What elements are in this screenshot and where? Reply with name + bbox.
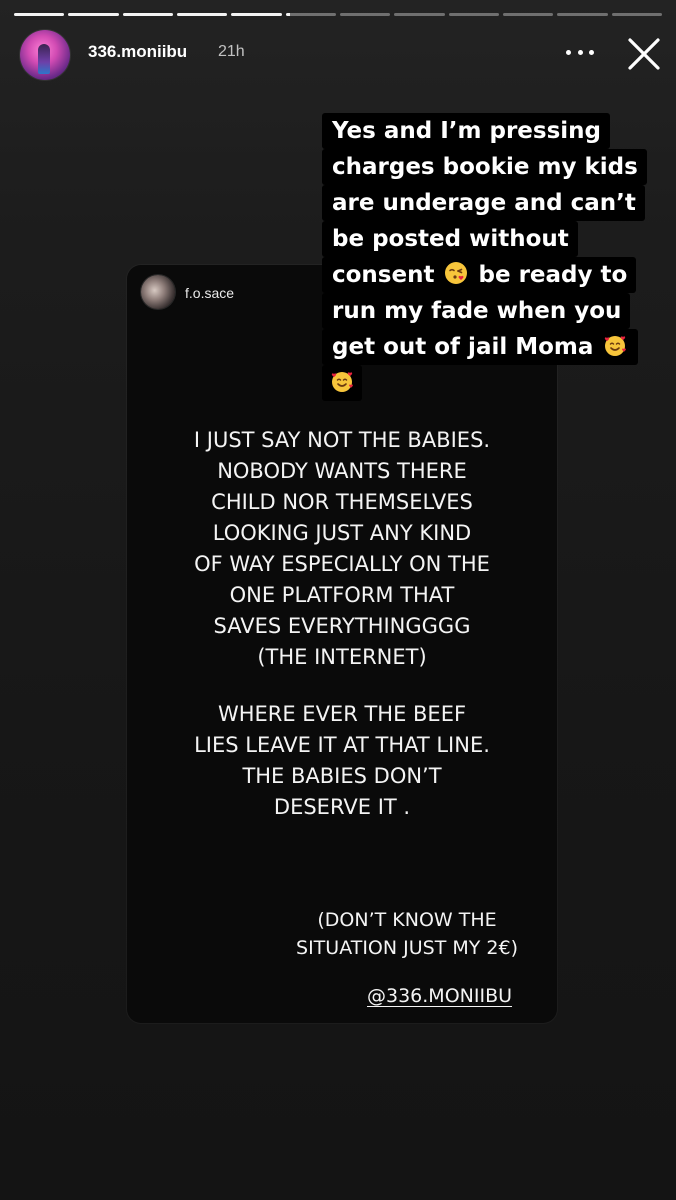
caption-text: get out of jail Moma (332, 334, 594, 360)
post-author-avatar[interactable] (141, 275, 175, 309)
post-paragraph-1: I JUST SAY NOT THE BABIES. NOBODY WANTS … (193, 428, 491, 669)
progress-segment (557, 13, 608, 16)
close-button[interactable] (624, 34, 664, 74)
progress-segment (176, 13, 228, 16)
caption-line: run my fade when you (322, 293, 631, 329)
story-progress-bar (14, 13, 662, 17)
progress-segment (611, 13, 662, 16)
more-horizontal-icon (566, 49, 571, 55)
story-viewer: 336.moniibu 21h f.o.sace I JUST SAY NOT … (0, 0, 676, 1200)
progress-segment (231, 13, 282, 16)
face-blowing-kiss-emoji (445, 262, 468, 284)
caption-line-with-emoji: consent be ready to (322, 257, 637, 293)
progress-segment (394, 13, 445, 16)
caption-text: be ready to (478, 262, 628, 288)
caption-text: consent (332, 262, 435, 288)
close-icon (628, 38, 660, 70)
progress-segment (14, 13, 65, 16)
progress-segment (339, 13, 391, 16)
caption-line-with-emoji: get out of jail Moma (322, 329, 639, 365)
more-horizontal-icon (577, 49, 583, 55)
post-author-username[interactable]: f.o.sace (185, 285, 234, 301)
post-mention-link[interactable]: @336.MONIIBU (367, 985, 512, 1007)
caption-line: charges bookie my kids (322, 149, 647, 185)
smiling-face-with-hearts-emoji (331, 372, 353, 392)
profile-avatar[interactable] (20, 30, 70, 80)
more-horizontal-icon (589, 49, 594, 55)
progress-segment (502, 13, 554, 16)
story-username[interactable]: 336.moniibu (88, 42, 187, 62)
progress-segment (122, 13, 173, 16)
more-options-button[interactable] (566, 42, 594, 62)
caption-line: are underage and can’t (322, 185, 645, 221)
progress-segment (448, 13, 499, 16)
avatar-figure (38, 44, 50, 74)
progress-segment (68, 13, 119, 16)
story-caption: Yes and I’m pressing charges bookie my k… (322, 113, 652, 401)
caption-line: be posted without (322, 221, 578, 257)
progress-segment-current (285, 13, 336, 16)
smiling-face-with-hearts-emoji (605, 336, 627, 356)
post-paragraph-2: WHERE EVER THE BEEF LIES LEAVE IT AT THA… (194, 702, 490, 819)
post-note: (DON’T KNOW THE SITUATION JUST MY 2€) (296, 909, 518, 959)
caption-line: Yes and I’m pressing (322, 113, 610, 149)
story-timestamp: 21h (218, 43, 245, 60)
caption-line-emoji-only (322, 365, 362, 401)
